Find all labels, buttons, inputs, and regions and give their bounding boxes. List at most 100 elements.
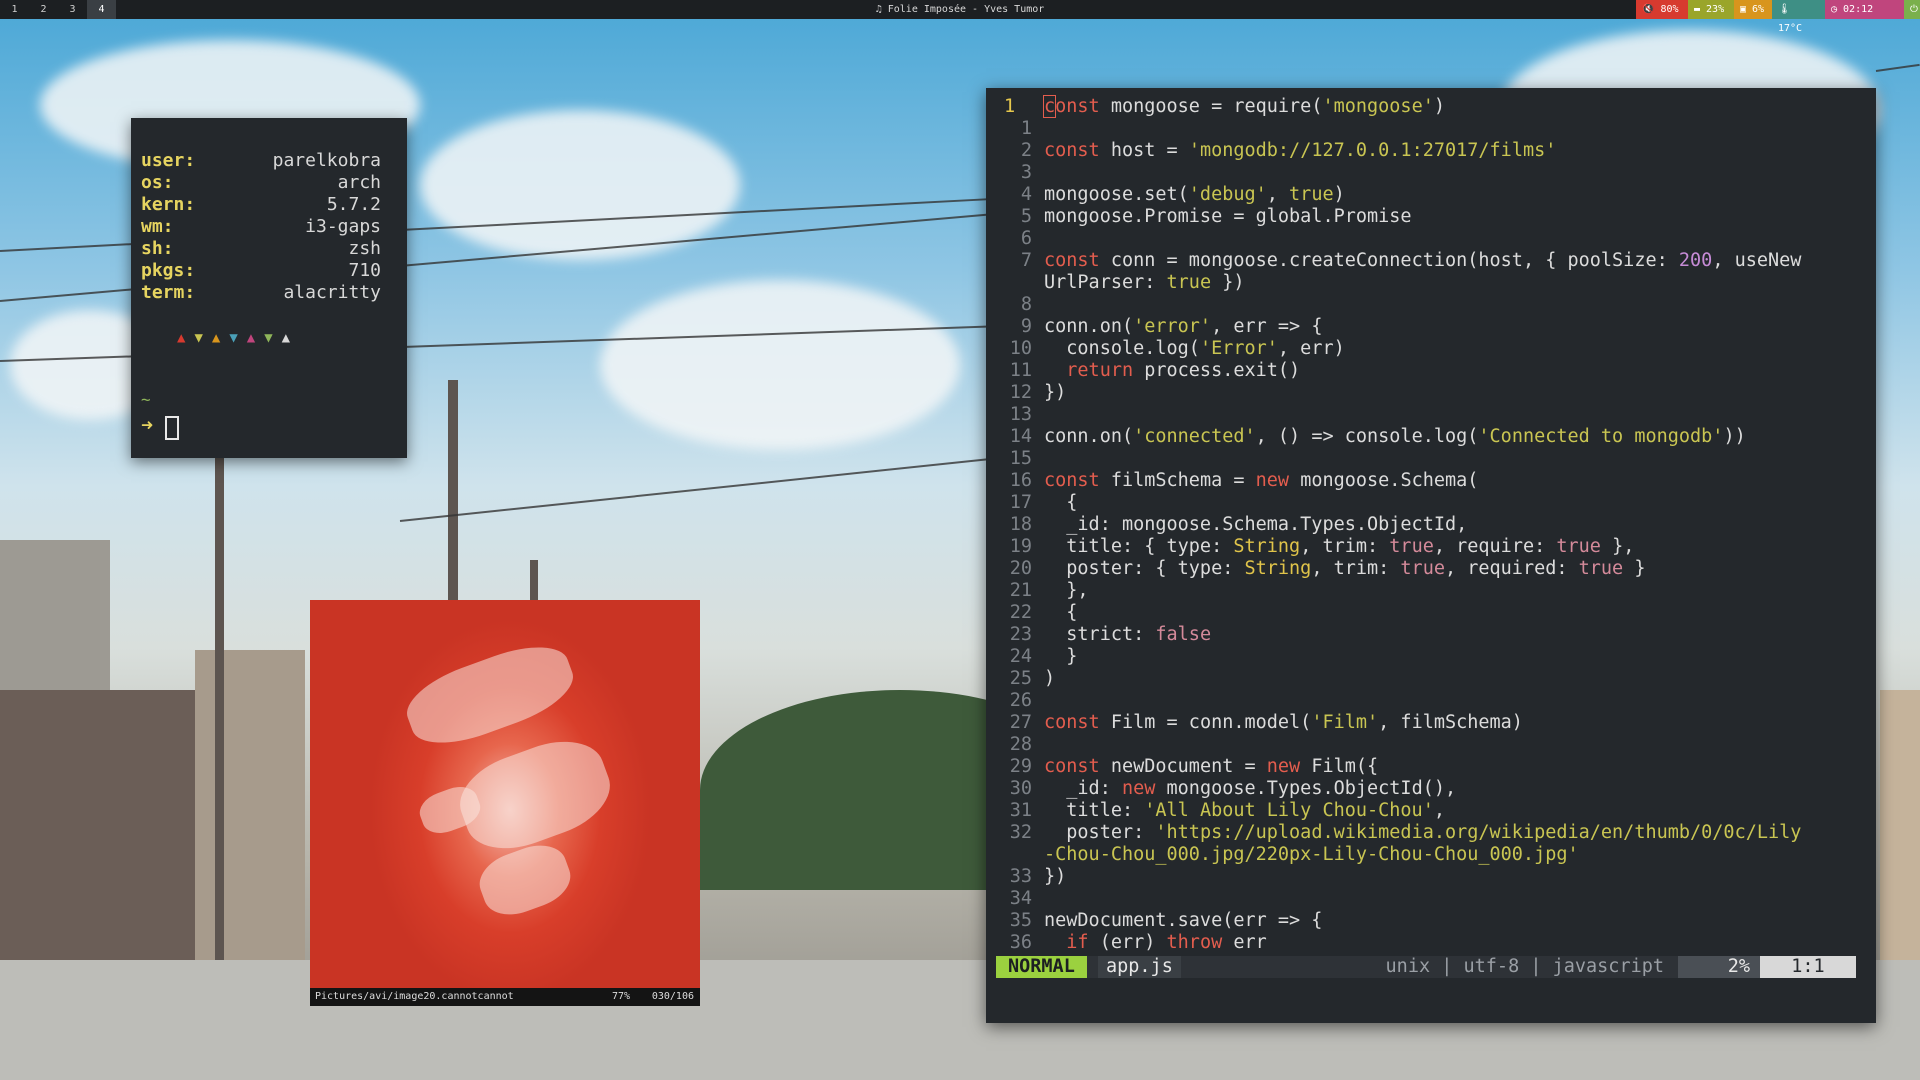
code-line[interactable]: 10 console.log('Error', err) [996, 338, 1856, 360]
code-line[interactable]: 6 [996, 228, 1856, 250]
line-number: 1 [1020, 118, 1032, 139]
image-viewer-window[interactable]: Pictures/avi/image20.cannotcannot 77% 03… [310, 600, 700, 1006]
code-line[interactable]: 9 conn.on('error', err => { [996, 316, 1856, 338]
code-text[interactable]: const mongoose = require('mongoose') [1042, 95, 1445, 118]
code-line[interactable]: 1 const mongoose = require('mongoose') [996, 95, 1856, 118]
code-line[interactable]: 2 const host = 'mongodb://127.0.0.1:27017… [996, 140, 1856, 162]
code-text[interactable]: mongoose.set('debug', true) [1044, 184, 1345, 206]
line-number: 3 [1020, 162, 1032, 183]
code-line[interactable]: 12}) [996, 382, 1856, 404]
code-line[interactable]: 16 const filmSchema = new mongoose.Schema… [996, 470, 1856, 492]
code-text[interactable]: const filmSchema = new mongoose.Schema( [1044, 470, 1478, 492]
terminal-cursor[interactable] [165, 416, 179, 440]
code-text[interactable]: poster: 'https://upload.wikimedia.org/wi… [1044, 822, 1801, 844]
code-line[interactable]: 23 strict: false [996, 624, 1856, 646]
line-number: 25 [1009, 668, 1032, 689]
code-line[interactable]: 33}) [996, 866, 1856, 888]
volume-status[interactable]: 🔇 80% [1636, 0, 1688, 19]
code-text[interactable]: ) [1044, 668, 1055, 690]
viewer-image-count: 030/106 [651, 991, 694, 1002]
code-line[interactable]: 4 mongoose.set('debug', true) [996, 184, 1856, 206]
code-text[interactable]: const conn = mongoose.createConnection(h… [1044, 250, 1801, 272]
line-number: 31 [1009, 800, 1032, 821]
code-text[interactable]: conn.on('error', err => { [1044, 316, 1322, 338]
line-number: 17 [1009, 492, 1032, 513]
power-icon[interactable]: ⏻ [1904, 0, 1920, 19]
code-line[interactable]: 7 const conn = mongoose.createConnection(… [996, 250, 1856, 272]
line-number: 14 [1009, 426, 1032, 447]
code-line[interactable]: 35 newDocument.save(err => { [996, 910, 1856, 932]
code-text[interactable]: strict: false [1044, 624, 1211, 646]
code-line[interactable]: 22 { [996, 602, 1856, 624]
code-text[interactable]: _id: mongoose.Schema.Types.ObjectId, [1044, 514, 1467, 536]
code-line[interactable]: 1 [996, 118, 1856, 140]
line-number: 24 [1009, 646, 1032, 667]
code-text[interactable]: const Film = conn.model('Film', filmSche… [1044, 712, 1523, 734]
code-line[interactable]: 17 { [996, 492, 1856, 514]
code-text[interactable]: title: 'All About Lily Chou-Chou', [1044, 800, 1445, 822]
code-line[interactable]: 32 poster: 'https://upload.wikimedia.org… [996, 822, 1856, 844]
code-line[interactable]: 14 conn.on('connected', () => console.log… [996, 426, 1856, 448]
fetch-row-os: os: arch [141, 172, 381, 194]
code-text[interactable]: poster: { type: String, trim: true, requ… [1044, 558, 1645, 580]
code-line[interactable]: 19 title: { type: String, trim: true, re… [996, 536, 1856, 558]
code-text[interactable]: UrlParser: true }) [1044, 272, 1245, 294]
viewer-zoom: 77% [611, 991, 630, 1002]
code-text[interactable]: newDocument.save(err => { [1044, 910, 1322, 932]
vim-editor-window[interactable]: 1 const mongoose = require('mongoose') 1 2 c… [986, 88, 1876, 1023]
line-number: 29 [1009, 756, 1032, 777]
code-text[interactable]: }) [1044, 382, 1066, 404]
code-line[interactable]: 20 poster: { type: String, trim: true, r… [996, 558, 1856, 580]
line-number: 21 [1009, 580, 1032, 601]
code-line[interactable]: 30 _id: new mongoose.Types.ObjectId(), [996, 778, 1856, 800]
code-text[interactable]: }, [1044, 580, 1088, 602]
code-text[interactable]: _id: new mongoose.Types.ObjectId(), [1044, 778, 1456, 800]
fetch-row-user: user: parelkobra [141, 150, 381, 172]
code-text[interactable]: const newDocument = new Film({ [1044, 756, 1378, 778]
code-text[interactable]: mongoose.Promise = global.Promise [1044, 206, 1412, 228]
code-line[interactable]: 25) [996, 668, 1856, 690]
code-line[interactable]: 18 _id: mongoose.Schema.Types.ObjectId, [996, 514, 1856, 536]
palette-triangle-icon: ▲ [281, 330, 300, 346]
code-text[interactable]: }) [1044, 866, 1066, 888]
fetch-value: parelkobra [272, 150, 381, 171]
color-palette-row: ▲▼▲▼▲▼▲ [177, 330, 299, 350]
code-line[interactable]: 34 [996, 888, 1856, 910]
code-line[interactable]: 3 [996, 162, 1856, 184]
code-line[interactable]: 26 [996, 690, 1856, 712]
line-number: 18 [1009, 514, 1032, 535]
fetch-terminal-window[interactable]: user: parelkobra os: arch kern: 5.7.2 wm… [131, 118, 407, 458]
line-number: 36 [1009, 932, 1032, 953]
code-line[interactable]: 28 [996, 734, 1856, 756]
code-line[interactable]: 8 [996, 294, 1856, 316]
code-line[interactable]: 5 mongoose.Promise = global.Promise [996, 206, 1856, 228]
code-text[interactable]: title: { type: String, trim: true, requi… [1044, 536, 1634, 558]
code-text[interactable]: if (err) throw err [1044, 932, 1267, 954]
code-text[interactable]: { [1044, 492, 1077, 514]
code-line[interactable]: 15 [996, 448, 1856, 470]
code-line[interactable]: 31 title: 'All About Lily Chou-Chou', [996, 800, 1856, 822]
code-line[interactable]: 11 return process.exit() [996, 360, 1856, 382]
code-text[interactable]: const host = 'mongodb://127.0.0.1:27017/… [1044, 140, 1556, 162]
code-buffer[interactable]: 1 const mongoose = require('mongoose') 1 2 c… [996, 95, 1856, 954]
code-text[interactable]: console.log('Error', err) [1044, 338, 1344, 360]
code-text[interactable]: { [1044, 602, 1077, 624]
code-text[interactable]: } [1044, 646, 1077, 668]
code-line[interactable]: 36 if (err) throw err [996, 932, 1856, 954]
vim-mode-indicator: NORMAL [996, 956, 1087, 978]
prompt-arrow-icon: ➜ [141, 413, 154, 437]
code-line[interactable]: -Chou-Chou_000.jpg/220px-Lily-Chou-Chou_… [996, 844, 1856, 866]
code-line[interactable]: 13 [996, 404, 1856, 426]
code-text[interactable]: conn.on('connected', () => console.log('… [1044, 426, 1746, 448]
code-text[interactable]: -Chou-Chou_000.jpg/220px-Lily-Chou-Chou_… [1044, 844, 1579, 866]
code-line[interactable]: 21 }, [996, 580, 1856, 602]
code-line[interactable]: 27 const Film = conn.model('Film', filmSc… [996, 712, 1856, 734]
code-line[interactable]: UrlParser: true }) [996, 272, 1856, 294]
line-number: 5 [1020, 206, 1032, 227]
palette-triangle-icon: ▲ [246, 330, 265, 346]
palette-triangle-icon: ▲ [177, 330, 195, 346]
code-line[interactable]: 24 } [996, 646, 1856, 668]
code-text[interactable]: return process.exit() [1044, 360, 1300, 382]
code-line[interactable]: 29 const newDocument = new Film({ [996, 756, 1856, 778]
fetch-value: arch [337, 172, 381, 193]
